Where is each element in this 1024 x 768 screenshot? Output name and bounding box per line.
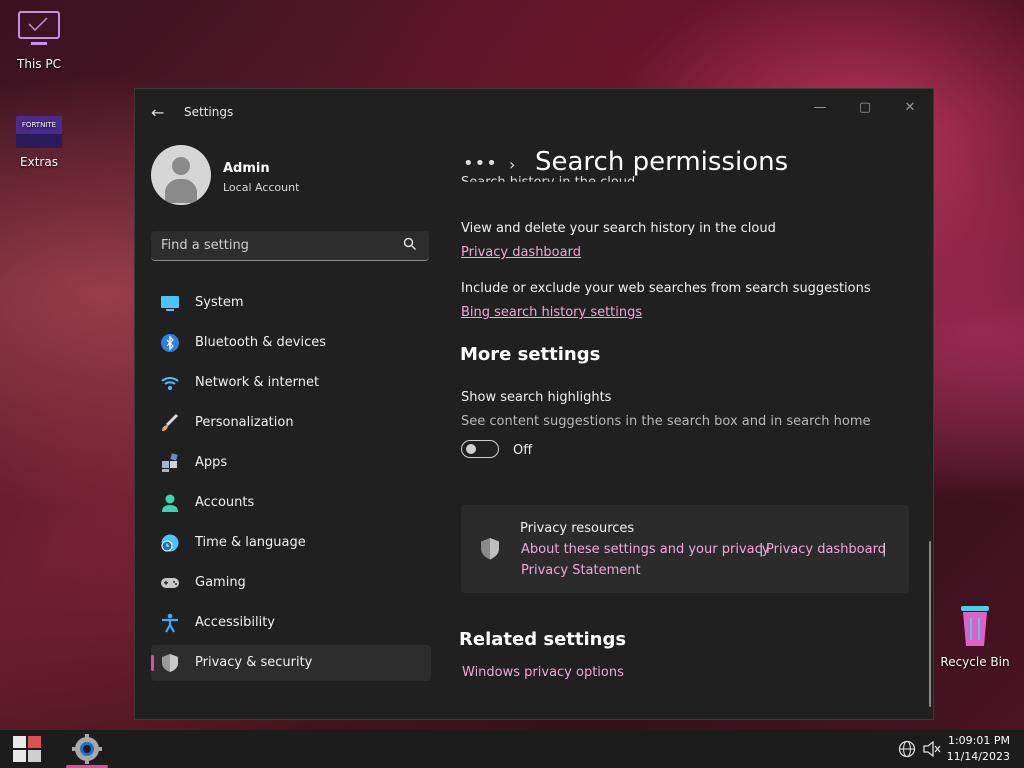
system-icon [161,296,179,311]
volume-muted-icon[interactable] [923,741,941,757]
sidebar-item-personalization[interactable]: Personalization [151,405,431,441]
chevron-right-icon: › [509,155,516,174]
main-content: ••• › Search permissions Search history … [447,135,933,719]
section-heading-clipped: Search history in the cloud [461,175,636,190]
active-indicator [151,655,154,671]
privacy-resources-title: Privacy resources [520,521,635,536]
maximize-button[interactable]: ▢ [850,97,880,119]
privacy-statement-link[interactable]: Privacy Statement [521,563,641,578]
desktop-icon-recycle-bin[interactable]: Recycle Bin [940,600,1010,669]
toggle-state-label: Off [513,443,533,458]
close-button[interactable]: ✕ [895,97,925,119]
shield-icon [481,538,499,560]
search-highlights-title: Show search highlights [461,390,612,405]
recycle-bin-icon [961,606,989,646]
sidebar-item-time-language[interactable]: Time & language [151,525,431,561]
toggle-knob [466,444,476,454]
system-clock[interactable]: 1:09:01 PM 11/14/2023 [947,733,1010,765]
window-title: Settings [184,105,234,119]
accounts-icon [162,494,178,512]
desktop-icon-extras[interactable]: FORTNITE Extras [4,116,74,169]
settings-gear-icon[interactable] [70,733,104,765]
sidebar-item-label: Personalization [195,415,294,430]
sidebar: Admin Local Account Find a setting Syste… [135,135,445,715]
profile-card[interactable] [151,145,211,205]
history-description: View and delete your search history in t… [461,221,776,236]
search-placeholder: Find a setting [161,238,249,253]
globe-icon[interactable] [898,740,916,758]
sidebar-item-gaming[interactable]: Gaming [151,565,431,601]
profile-name: Admin [223,161,270,176]
sidebar-item-apps[interactable]: Apps [151,445,431,481]
privacy-resources-card: Privacy resources About these settings a… [461,505,909,593]
game-art-icon: FORTNITE [16,116,62,148]
this-pc-icon [18,11,60,45]
search-highlights-description: See content suggestions in the search bo… [461,414,871,429]
profile-account-type: Local Account [223,181,300,194]
back-arrow-icon[interactable]: ← [151,103,164,122]
sidebar-item-privacy-security[interactable]: Privacy & security [151,645,431,681]
sidebar-item-network[interactable]: Network & internet [151,365,431,401]
page-title: Search permissions [535,147,789,177]
bing-description: Include or exclude your web searches fro… [461,281,871,296]
sidebar-item-label: Time & language [195,535,306,550]
more-settings-heading: More settings [460,344,601,365]
clock-globe-icon [161,534,179,552]
settings-window: ← Settings — ▢ ✕ Admin Local Account Fin… [134,88,934,720]
avatar [151,145,211,205]
taskbar: 1:09:01 PM 11/14/2023 [0,730,1024,768]
accessibility-icon [162,613,178,633]
scrollbar[interactable] [929,541,931,707]
sidebar-item-accessibility[interactable]: Accessibility [151,605,431,641]
link-separator: | [882,542,887,557]
link-separator: | [759,542,764,557]
title-bar[interactable]: ← Settings — ▢ ✕ [135,89,933,135]
sidebar-item-label: Network & internet [195,375,320,390]
clock-time: 1:09:01 PM [947,734,1010,747]
desktop-icon-this-pc[interactable]: This PC [4,10,74,71]
search-icon[interactable] [403,237,417,251]
sidebar-item-accounts[interactable]: Accounts [151,485,431,521]
windows-privacy-options-link[interactable]: Windows privacy options [462,665,624,680]
clock-date: 11/14/2023 [946,750,1010,763]
controller-icon [161,578,179,588]
about-privacy-link[interactable]: About these settings and your privacy [521,542,769,557]
apps-icon [162,453,178,472]
sidebar-item-label: Bluetooth & devices [195,335,326,350]
desktop-icon-label: Extras [20,155,58,169]
privacy-dashboard-link[interactable]: Privacy dashboard [461,245,581,260]
windows-start-icon[interactable] [13,736,41,762]
sidebar-item-label: Privacy & security [195,655,313,670]
minimize-button[interactable]: — [805,97,835,119]
search-input[interactable]: Find a setting [151,231,429,261]
wifi-icon [161,377,179,390]
sidebar-item-label: Gaming [195,575,246,590]
desktop-icon-label: Recycle Bin [940,655,1010,669]
related-settings-heading: Related settings [459,629,627,650]
sidebar-item-label: Accessibility [195,615,275,630]
desktop-icon-label: This PC [17,57,61,71]
brush-icon [162,413,179,431]
search-highlights-toggle[interactable] [461,440,499,458]
sidebar-item-label: System [195,295,244,310]
sidebar-item-label: Accounts [195,495,255,510]
sidebar-item-system[interactable]: System [151,285,431,321]
svg-text:FORTNITE: FORTNITE [22,121,56,129]
bluetooth-icon [161,334,179,352]
sidebar-item-bluetooth[interactable]: Bluetooth & devices [151,325,431,361]
privacy-dashboard-link[interactable]: Privacy dashboard [766,542,886,557]
bing-history-settings-link[interactable]: Bing search history settings [461,305,642,320]
nav-list: System Bluetooth & devices Network & int… [151,285,431,685]
shield-icon [162,654,178,672]
breadcrumb-more-button[interactable]: ••• [463,153,498,174]
sidebar-item-label: Apps [195,455,228,470]
